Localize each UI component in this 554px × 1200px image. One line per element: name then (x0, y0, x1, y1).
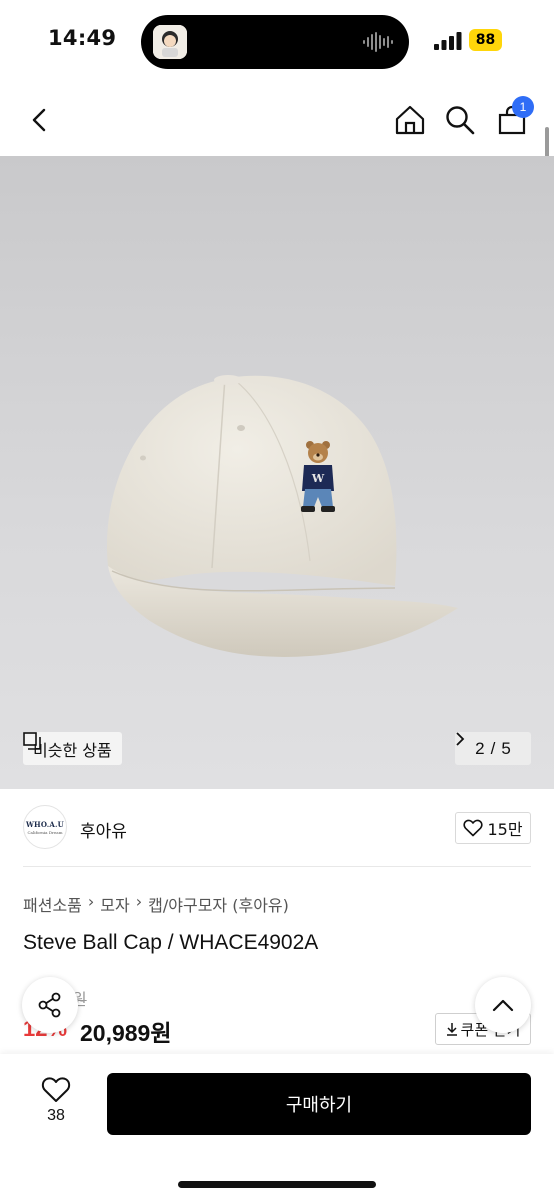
similar-products-label: 비슷한 상품 (33, 740, 112, 760)
status-time: 14:49 (48, 26, 117, 50)
chevron-right-icon (456, 732, 465, 746)
now-playing-thumbnail (153, 25, 187, 59)
share-button[interactable] (22, 977, 78, 1033)
brand-logo-text: WHO.A.U (26, 819, 64, 829)
svg-text:W: W (311, 472, 325, 485)
buy-button[interactable]: 구매하기 (107, 1073, 531, 1135)
wishlist-count: 38 (47, 1107, 65, 1124)
breadcrumb-separator-icon: › (135, 892, 143, 911)
pager-current: 2 (475, 738, 485, 758)
dynamic-island[interactable] (141, 15, 409, 69)
product-image: W (106, 375, 458, 657)
audio-wave-icon (363, 32, 393, 52)
pager-separator: / (490, 738, 496, 758)
scroll-to-top-button[interactable] (475, 977, 531, 1033)
home-icon (395, 105, 425, 135)
download-icon (446, 1023, 457, 1036)
breadcrumb-item[interactable]: 모자 (100, 892, 129, 916)
search-icon (446, 106, 475, 135)
image-pager[interactable]: 2 / 5 (455, 732, 531, 765)
product-title: Steve Ball Cap / WHACE4902A (23, 931, 319, 954)
chevron-left-icon (32, 108, 46, 132)
purchase-bar: 38 구매하기 (0, 1054, 554, 1200)
section-divider (23, 866, 531, 867)
home-indicator[interactable] (178, 1181, 376, 1188)
breadcrumb: 패션소품 › 모자 › 캡/야구모자 (후아유) (23, 892, 289, 916)
brand-like-count: 15만 (487, 820, 523, 839)
chevron-up-icon (492, 999, 514, 1012)
breadcrumb-item[interactable]: 패션소품 (23, 892, 82, 916)
brand-section: WHO.A.U California Dream 후아유 15만 (0, 800, 554, 860)
heart-icon (41, 1077, 71, 1102)
home-button[interactable] (390, 100, 430, 140)
cart-button[interactable]: 1 (492, 96, 534, 140)
status-bar: 14:49 88 (0, 0, 554, 86)
brand-logo[interactable]: WHO.A.U California Dream (23, 805, 67, 849)
search-button[interactable] (440, 100, 480, 140)
heart-icon (463, 819, 484, 837)
brand-logo-subtext: California Dream (27, 829, 63, 835)
cart-count-badge: 1 (512, 96, 534, 118)
similar-products-button[interactable]: 비슷한 상품 (23, 732, 122, 765)
share-icon (38, 992, 61, 1018)
battery-indicator: 88 (469, 29, 502, 51)
top-navigation: 1 (0, 86, 554, 156)
sale-price: 20,989원 (80, 1020, 172, 1046)
breadcrumb-item[interactable]: 캡/야구모자 (후아유) (148, 892, 289, 916)
wishlist-button[interactable]: 38 (32, 1076, 80, 1125)
brand-name[interactable]: 후아유 (80, 817, 127, 842)
breadcrumb-separator-icon: › (87, 892, 95, 911)
product-image-gallery[interactable]: W 비슷한 상품 2 / 5 (0, 156, 554, 789)
brand-like-button[interactable]: 15만 (455, 812, 531, 844)
cellular-signal-icon (434, 32, 462, 50)
similar-items-icon (23, 732, 41, 750)
pager-total: 5 (501, 738, 511, 758)
back-button[interactable] (20, 100, 60, 140)
